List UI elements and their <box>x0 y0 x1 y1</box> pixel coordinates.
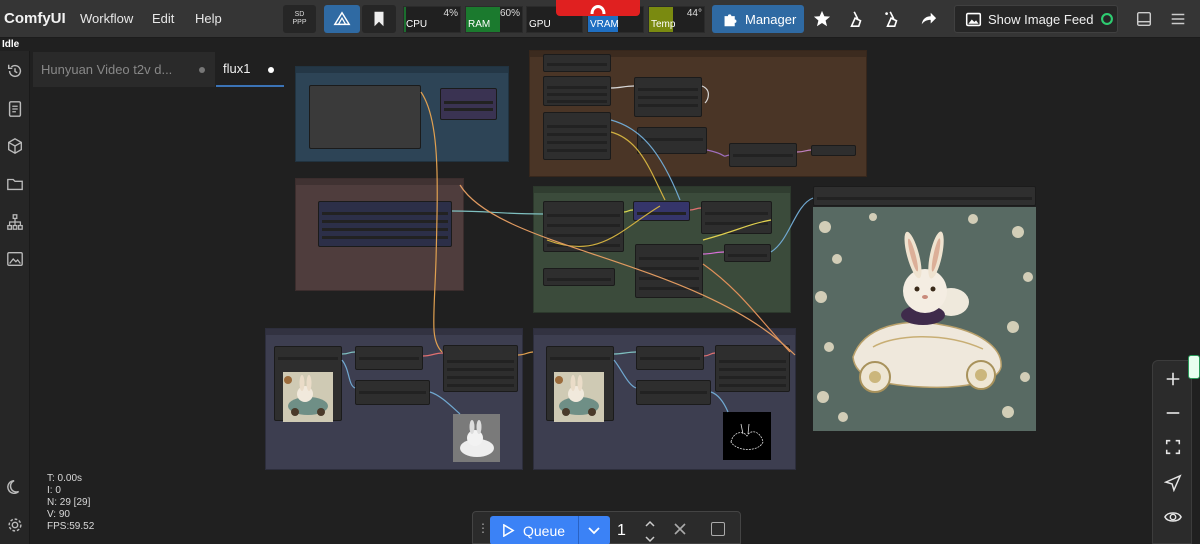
stat-fps: FPS:59.52 <box>47 521 95 532</box>
decrement-chevron-down-icon[interactable] <box>643 532 657 544</box>
stat-iterations: I: 0 <box>47 485 61 496</box>
zoom-in-icon[interactable] <box>1163 369 1183 389</box>
visibility-icon[interactable] <box>1163 507 1183 527</box>
drag-handle-icon[interactable]: ⋮ <box>477 521 489 535</box>
zoom-out-icon[interactable] <box>1163 403 1183 423</box>
queue-button[interactable]: Queue <box>490 516 610 544</box>
stat-nodes: N: 29 [29] <box>47 497 91 508</box>
play-icon <box>503 524 515 537</box>
navigate-icon[interactable] <box>1163 473 1183 493</box>
stop-square-icon[interactable] <box>711 522 725 536</box>
extension-badge-icon[interactable] <box>1188 355 1200 379</box>
batch-count-input[interactable]: 1 <box>617 522 626 540</box>
cancel-close-icon[interactable] <box>673 522 687 536</box>
queue-bar: ⋮ Queue 1 <box>472 511 741 544</box>
stat-time: T: 0.00s <box>47 473 83 484</box>
queue-label: Queue <box>523 522 566 539</box>
stat-vertices: V: 90 <box>47 509 70 520</box>
fit-view-icon[interactable] <box>1163 437 1183 457</box>
chevron-down-icon[interactable] <box>586 522 602 538</box>
canvas-stats: T: 0.00s I: 0 N: 29 [29] V: 90 FPS:59.52 <box>47 473 94 533</box>
increment-chevron-up-icon[interactable] <box>643 517 657 531</box>
canvas-controls <box>1152 360 1192 544</box>
node-connections <box>341 85 814 415</box>
